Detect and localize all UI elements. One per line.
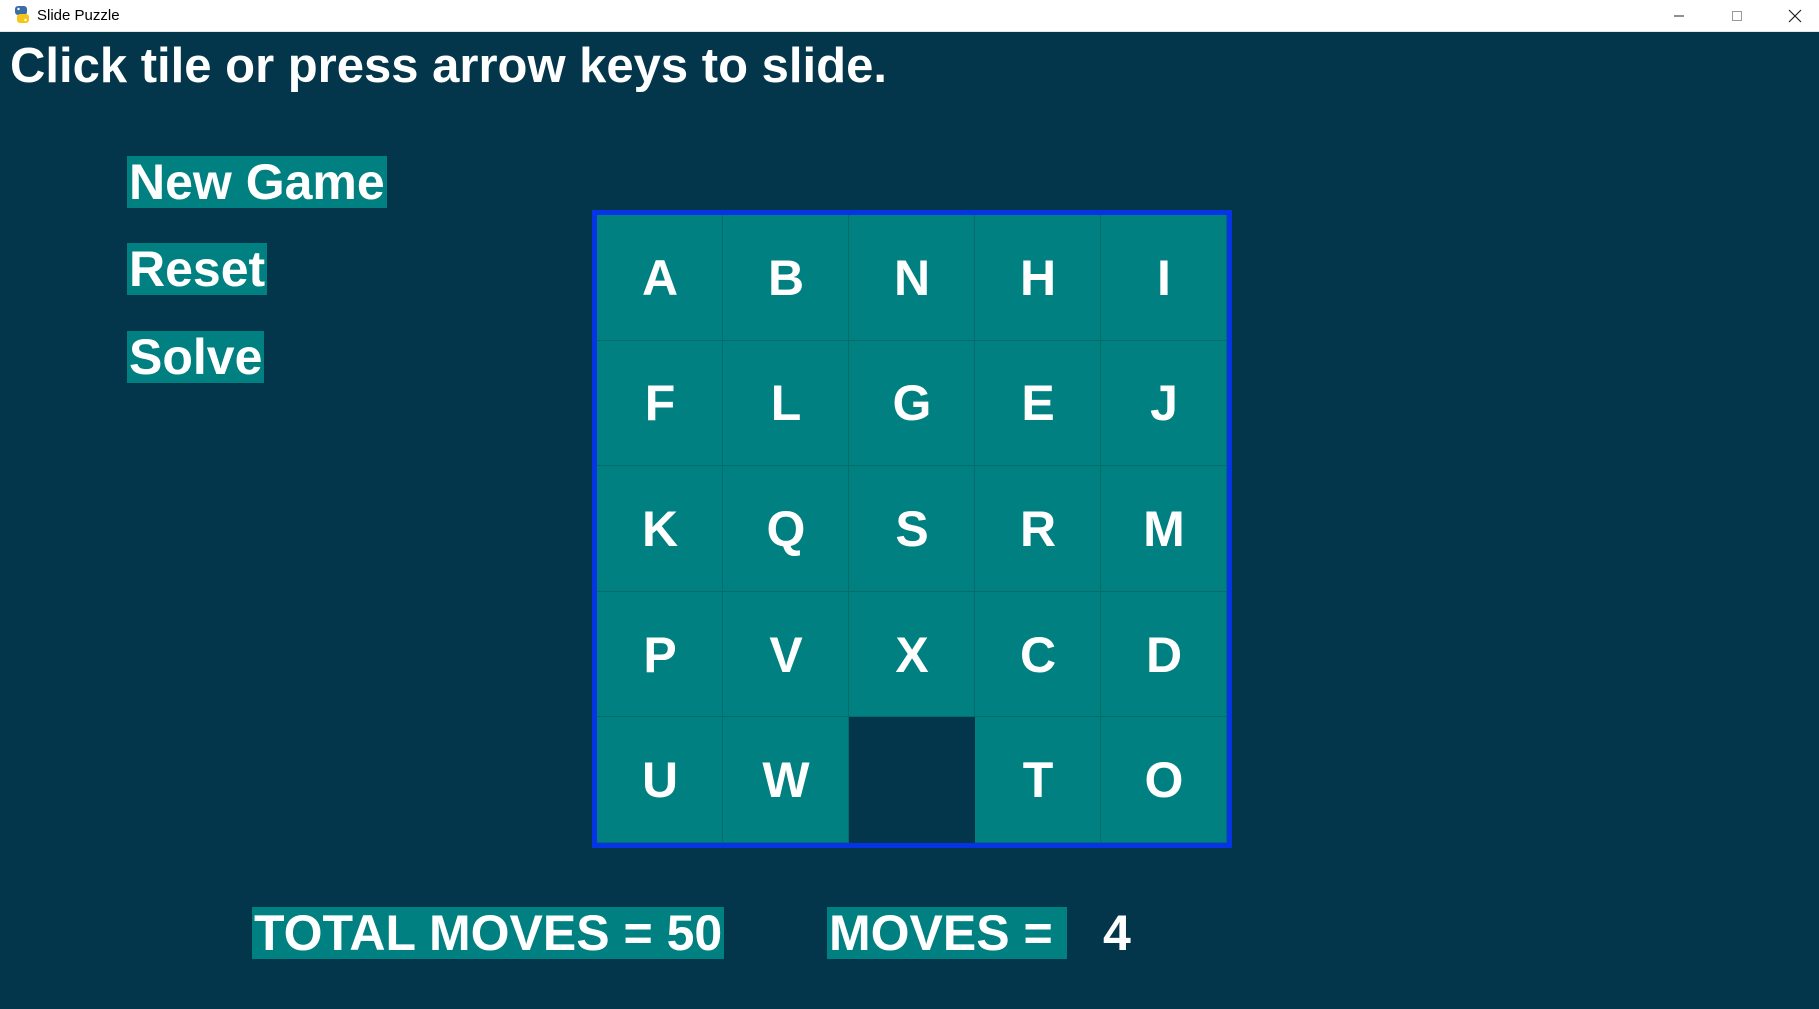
tile[interactable]: R [975,466,1101,592]
tile-grid: ABNHI FLGEJ KQSRM PVXCD UWTO [597,215,1227,843]
tile[interactable]: A [597,215,723,341]
close-button[interactable] [1766,0,1819,32]
tile[interactable]: O [1101,717,1227,843]
window-title: Slide Puzzle [37,7,120,24]
tile[interactable]: Q [723,466,849,592]
moves-label: MOVES = [827,907,1067,959]
tile[interactable]: L [723,340,849,467]
puzzle-board: ABNHI FLGEJ KQSRM PVXCD UWTO [592,210,1232,848]
tile[interactable]: T [975,717,1101,843]
tile[interactable]: V [723,591,849,718]
tile[interactable]: N [849,215,975,341]
blank-space [849,717,975,843]
tile[interactable]: X [849,591,975,718]
tile[interactable]: G [849,340,975,467]
minimize-icon [1674,15,1684,17]
tile[interactable]: E [975,340,1101,467]
tile[interactable]: D [1101,591,1227,718]
moves-value: 4 [1103,905,1131,961]
tile[interactable]: U [597,717,723,843]
python-icon [15,6,29,23]
minimize-button[interactable] [1650,0,1708,32]
tile[interactable]: B [723,215,849,341]
total-moves-label: TOTAL MOVES = 50 [252,905,725,961]
tile[interactable]: H [975,215,1101,341]
tile[interactable]: I [1101,215,1227,341]
title-bar: Slide Puzzle [0,0,1819,32]
tile[interactable]: K [597,466,723,592]
reset-button[interactable]: Reset [127,243,268,295]
tile[interactable]: W [723,717,849,843]
maximize-button[interactable] [1708,0,1766,32]
new-game-button[interactable]: New Game [127,156,387,208]
tile[interactable]: F [597,340,723,467]
tile[interactable]: J [1101,340,1227,467]
close-icon [1788,9,1802,23]
tile[interactable]: M [1101,466,1227,592]
maximize-icon [1732,11,1742,21]
tile[interactable]: C [975,591,1101,718]
game-canvas: Click tile or press arrow keys to slide.… [0,32,1819,1009]
solve-button[interactable]: Solve [127,331,265,383]
instruction-text: Click tile or press arrow keys to slide. [10,39,887,93]
tile[interactable]: S [849,466,975,592]
tile[interactable]: P [597,591,723,718]
